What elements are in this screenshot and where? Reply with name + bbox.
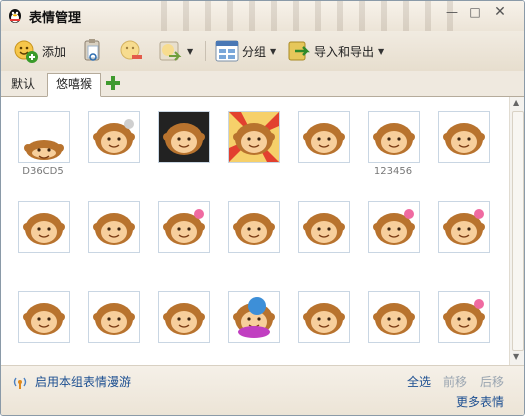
monkey-blushing-icon bbox=[443, 123, 485, 155]
move-emoticon-icon bbox=[159, 41, 182, 61]
vertical-scrollbar[interactable]: ▲ ▼ bbox=[509, 97, 524, 365]
emoticon-cell[interactable] bbox=[88, 291, 140, 343]
import-export-icon bbox=[288, 41, 310, 61]
delete-emoticon-icon bbox=[120, 40, 142, 60]
emoticon-cell[interactable] bbox=[298, 111, 350, 163]
scrollbar-thumb[interactable] bbox=[512, 111, 524, 351]
emoticon-cell[interactable] bbox=[18, 111, 70, 163]
chevron-down-icon: ▼ bbox=[378, 46, 385, 56]
emoticon-cell[interactable] bbox=[158, 111, 210, 163]
move-forward-link[interactable]: 前移 bbox=[443, 373, 467, 390]
minimize-button[interactable]: — bbox=[443, 5, 461, 21]
add-group-icon[interactable] bbox=[106, 76, 120, 90]
emoticon-cell[interactable] bbox=[368, 291, 420, 343]
monkey-pink-flower-icon bbox=[443, 209, 485, 245]
emoticon-cell[interactable] bbox=[298, 201, 350, 253]
emoticon-cell[interactable] bbox=[88, 111, 140, 163]
scroll-down-icon[interactable]: ▼ bbox=[513, 352, 519, 361]
minimize-icon: — bbox=[446, 5, 458, 19]
roaming-signal-icon bbox=[13, 377, 27, 389]
select-all-link[interactable]: 全选 bbox=[407, 373, 431, 390]
emoticon-caption: D36CD5 bbox=[22, 166, 64, 177]
tab-youxihou[interactable]: 悠嘻猴 bbox=[47, 73, 102, 97]
emoticon-cell[interactable] bbox=[438, 111, 490, 163]
emoticon-cell[interactable] bbox=[228, 291, 280, 343]
clipboard-scissors-icon bbox=[84, 39, 100, 61]
monkey-smiling-icon bbox=[23, 213, 65, 245]
emoticon-cell[interactable] bbox=[368, 201, 420, 253]
monkey-laughing-icon bbox=[373, 123, 415, 155]
emoticon-cell[interactable] bbox=[368, 111, 420, 163]
close-button[interactable]: ✕ bbox=[491, 5, 509, 21]
emoticon-cell[interactable] bbox=[298, 291, 350, 343]
monkey-shouting-icon bbox=[159, 112, 209, 162]
monkey-with-flower-icon bbox=[163, 209, 205, 245]
delete-button[interactable] bbox=[118, 37, 144, 65]
group-tabs: 默认 悠嘻猴 bbox=[1, 71, 524, 97]
monkey-crying-icon bbox=[303, 123, 345, 155]
add-emoticon-icon bbox=[14, 40, 38, 63]
maximize-button[interactable]: □ bbox=[466, 5, 484, 21]
monkey-tied-up-icon bbox=[93, 119, 135, 155]
monkey-surprised-icon bbox=[93, 303, 135, 335]
monkey-cheerful-icon bbox=[23, 303, 65, 335]
emoticon-cell[interactable] bbox=[228, 111, 280, 163]
add-button[interactable]: 添加 bbox=[13, 37, 66, 65]
monkey-grinning-icon bbox=[233, 213, 275, 245]
emoticon-manager-window: 表情管理 — □ ✕ 添加 ▼ 分组 ▼ 导入和导出 ▼ 默认 悠嘻猴 D36C… bbox=[0, 0, 525, 416]
group-button[interactable]: 分组 ▼ bbox=[215, 37, 276, 65]
window-title: 表情管理 bbox=[29, 11, 82, 26]
toolbar: 添加 ▼ 分组 ▼ 导入和导出 ▼ bbox=[1, 31, 524, 71]
emoticon-grid: D36CD5 123456 bbox=[1, 97, 509, 365]
tab-default[interactable]: 默认 bbox=[3, 74, 43, 95]
maximize-icon: □ bbox=[469, 5, 481, 19]
monkey-shy-icon bbox=[93, 213, 135, 245]
emoticon-cell[interactable] bbox=[158, 201, 210, 253]
import-export-label: 导入和导出 bbox=[314, 44, 375, 59]
import-export-button[interactable]: 导入和导出 ▼ bbox=[287, 37, 384, 65]
toolbar-divider bbox=[205, 41, 206, 61]
footer-bar: 启用本组表情漫游 全选 前移 后移 更多表情 bbox=[1, 365, 524, 415]
emoticon-cell[interactable] bbox=[18, 291, 70, 343]
monkey-sunburst-icon bbox=[229, 112, 279, 162]
monkey-angry-icon bbox=[303, 303, 345, 335]
monkey-hugging-icon bbox=[303, 213, 345, 245]
emoticon-cell[interactable] bbox=[18, 201, 70, 253]
monkey-flower-laugh-icon bbox=[373, 209, 415, 245]
qq-penguin-icon bbox=[9, 9, 21, 23]
group-label: 分组 bbox=[242, 44, 267, 59]
scroll-up-icon[interactable]: ▲ bbox=[513, 98, 519, 107]
title-bar: 表情管理 — □ ✕ bbox=[1, 1, 524, 69]
emoticon-cell[interactable] bbox=[438, 291, 490, 343]
emoticon-cell[interactable] bbox=[88, 201, 140, 253]
group-grid-icon bbox=[215, 40, 239, 62]
emoticon-cell[interactable] bbox=[228, 201, 280, 253]
enable-roaming-link[interactable]: 启用本组表情漫游 bbox=[35, 373, 131, 390]
add-label: 添加 bbox=[42, 44, 67, 59]
monkey-asleep-icon bbox=[24, 140, 64, 160]
monkey-on-scooter-icon bbox=[233, 297, 275, 338]
more-emoticons-link[interactable]: 更多表情 bbox=[456, 393, 504, 410]
chevron-down-icon: ▼ bbox=[270, 46, 277, 56]
monkey-rolling-eyes-icon bbox=[163, 303, 205, 335]
cut-button[interactable] bbox=[81, 37, 105, 65]
move-back-link[interactable]: 后移 bbox=[480, 373, 504, 390]
emoticon-cell[interactable] bbox=[158, 291, 210, 343]
close-icon: ✕ bbox=[494, 4, 506, 20]
emoticon-cell[interactable] bbox=[438, 201, 490, 253]
emoticon-caption: 123456 bbox=[373, 166, 413, 177]
chevron-down-icon: ▼ bbox=[187, 46, 194, 56]
monkey-girl-flower-icon bbox=[443, 299, 485, 335]
move-button[interactable]: ▼ bbox=[157, 37, 193, 65]
monkey-smirking-icon bbox=[373, 303, 415, 335]
